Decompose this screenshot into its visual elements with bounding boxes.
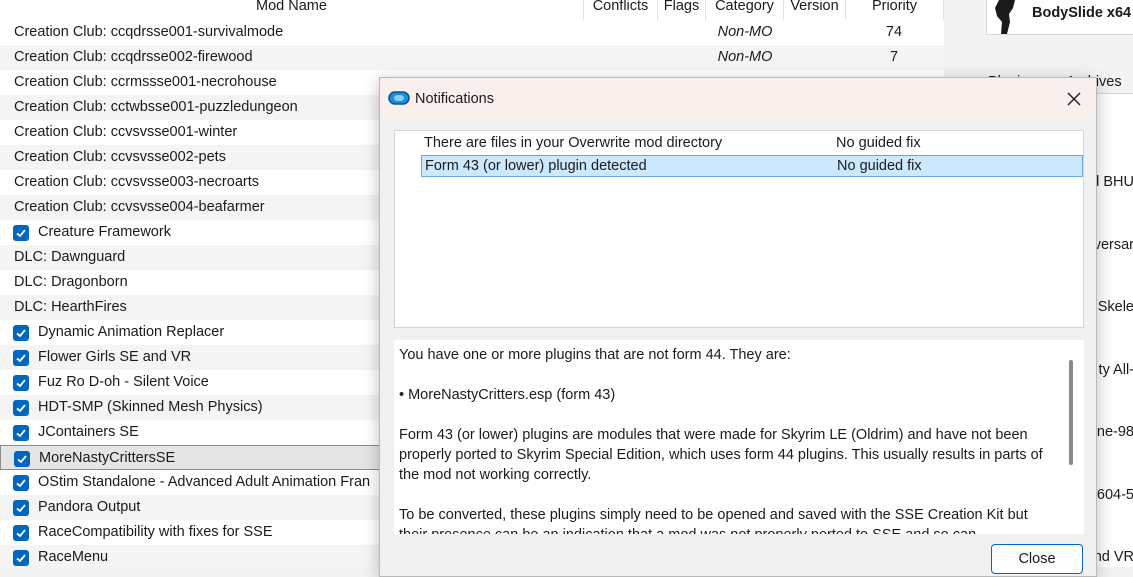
mod-name: Creation Club: ccqdrsse001-survivalmode: [14, 24, 284, 40]
notification-fix-status: No guided fix: [836, 135, 921, 151]
mod-priority: 74: [885, 24, 903, 40]
mod-enabled-checkbox[interactable]: [13, 400, 29, 416]
executable-label: BodySlide x64: [1032, 5, 1132, 21]
dialog-titlebar[interactable]: Notifications: [380, 78, 1096, 118]
column-header-category[interactable]: Category: [706, 0, 784, 20]
mod-enabled-checkbox[interactable]: [13, 225, 29, 241]
mod-category: Non-MO: [717, 24, 773, 40]
details-scrollbar[interactable]: [1069, 360, 1073, 465]
mod-enabled-checkbox[interactable]: [13, 325, 29, 341]
details-paragraph: • MoreNastyCritters.esp (form 43): [399, 387, 616, 403]
checkmark-icon: [16, 429, 26, 438]
details-paragraph: Form 43 (or lower) plugins are modules t…: [399, 427, 1043, 483]
close-icon[interactable]: [1062, 88, 1086, 110]
mod-category: Non-MO: [717, 49, 773, 65]
checkmark-icon: [16, 554, 26, 563]
table-row[interactable]: Creation Club: ccqdrsse001-survivalmode N…: [0, 20, 944, 45]
column-header-version[interactable]: Version: [784, 0, 846, 20]
bodyslide-icon: [995, 0, 1015, 34]
checkmark-icon: [16, 379, 26, 388]
notifications-dialog: Notifications There are files in your Ov…: [379, 77, 1097, 577]
checkmark-icon: [16, 329, 26, 338]
executable-selector[interactable]: BodySlide x64: [986, 0, 1133, 35]
checkmark-icon: [16, 404, 26, 413]
checkmark-icon: [16, 504, 26, 513]
mod-enabled-checkbox[interactable]: [14, 451, 30, 467]
notification-message: Form 43 (or lower) plugin detected: [425, 158, 647, 174]
checkmark-icon: [16, 479, 26, 488]
column-header-flags[interactable]: Flags: [658, 0, 706, 20]
mod-list-header: Mod Name Conflicts Flags Category Versio…: [0, 0, 944, 20]
notification-fix-status: No guided fix: [837, 158, 922, 174]
mod-organizer-icon: [388, 91, 410, 105]
column-header-conflicts[interactable]: Conflicts: [584, 0, 658, 20]
mod-name: Creation Club: ccqdrsse002-firewood: [14, 49, 253, 65]
checkmark-icon: [16, 229, 26, 238]
notification-row-selected[interactable]: Form 43 (or lower) plugin detected No gu…: [421, 155, 1083, 177]
checkmark-icon: [16, 354, 26, 363]
mod-enabled-checkbox[interactable]: [13, 375, 29, 391]
details-paragraph: You have one or more plugins that are no…: [399, 347, 791, 363]
table-row[interactable]: Creation Club: ccqdrsse002-firewood Non-M…: [0, 45, 944, 70]
mod-enabled-checkbox[interactable]: [13, 475, 29, 491]
mod-enabled-checkbox[interactable]: [13, 525, 29, 541]
notification-row[interactable]: There are files in your Overwrite mod di…: [421, 133, 1083, 155]
notification-details[interactable]: You have one or more plugins that are no…: [394, 340, 1084, 534]
column-header-priority[interactable]: Priority: [846, 0, 944, 20]
mod-enabled-checkbox[interactable]: [13, 550, 29, 566]
dialog-title: Notifications: [415, 91, 494, 107]
details-text: You have one or more plugins that are no…: [399, 345, 1051, 534]
details-paragraph: To be converted, these plugins simply ne…: [399, 507, 1028, 534]
notification-message: There are files in your Overwrite mod di…: [424, 135, 723, 151]
mod-enabled-checkbox[interactable]: [13, 350, 29, 366]
notification-list[interactable]: There are files in your Overwrite mod di…: [394, 130, 1084, 328]
mod-enabled-checkbox[interactable]: [13, 425, 29, 441]
column-header-mod-name[interactable]: Mod Name: [0, 0, 584, 20]
mod-enabled-checkbox[interactable]: [13, 500, 29, 516]
checkmark-icon: [17, 455, 27, 464]
close-button[interactable]: Close: [991, 544, 1083, 574]
checkmark-icon: [16, 529, 26, 538]
mod-priority: 7: [889, 49, 899, 65]
